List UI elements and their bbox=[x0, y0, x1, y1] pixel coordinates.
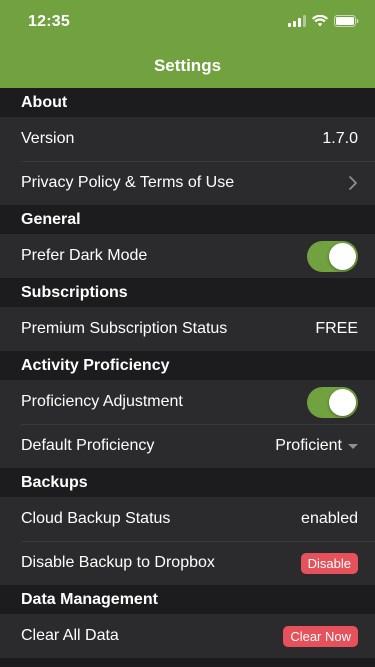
dropbox-backup-label: Disable Backup to Dropbox bbox=[21, 554, 215, 571]
section-header-activity-proficiency: Activity Proficiency bbox=[0, 351, 375, 380]
section-subscriptions: Premium Subscription Status FREE bbox=[0, 307, 375, 351]
dark-mode-row: Prefer Dark Mode bbox=[0, 234, 375, 278]
version-value: 1.7.0 bbox=[322, 130, 358, 147]
subscription-status-value: FREE bbox=[315, 320, 358, 337]
proficiency-adjustment-toggle[interactable] bbox=[307, 386, 358, 418]
toggle-knob bbox=[329, 242, 356, 270]
toggle-knob bbox=[329, 388, 356, 416]
cloud-backup-label: Cloud Backup Status bbox=[21, 510, 171, 527]
dark-mode-label: Prefer Dark Mode bbox=[21, 247, 148, 264]
clear-now-button[interactable]: Clear Now bbox=[283, 625, 358, 647]
default-proficiency-label: Default Proficiency bbox=[21, 437, 155, 454]
nav-header: 12:35 Settings bbox=[0, 0, 375, 88]
default-proficiency-row: Default Proficiency Proficient bbox=[0, 424, 375, 468]
cloud-backup-value: enabled bbox=[301, 510, 358, 527]
subscription-status-row: Premium Subscription Status FREE bbox=[0, 307, 375, 351]
cloud-backup-row: Cloud Backup Status enabled bbox=[0, 497, 375, 541]
privacy-policy-label: Privacy Policy & Terms of Use bbox=[21, 174, 235, 191]
footer-spacer bbox=[0, 658, 375, 667]
privacy-policy-row[interactable]: Privacy Policy & Terms of Use bbox=[0, 161, 375, 205]
cellular-signal-icon bbox=[288, 15, 306, 27]
proficiency-adjustment-label: Proficiency Adjustment bbox=[21, 393, 183, 410]
wifi-icon bbox=[312, 15, 328, 27]
section-about: Version 1.7.0 Privacy Policy & Terms of … bbox=[0, 117, 375, 205]
dropbox-backup-row: Disable Backup to Dropbox Disable bbox=[0, 541, 375, 585]
version-label: Version bbox=[21, 130, 75, 147]
clear-data-row: Clear All Data Clear Now bbox=[0, 614, 375, 658]
caret-down-icon bbox=[348, 443, 358, 449]
section-header-about: About bbox=[0, 88, 375, 117]
section-general: Prefer Dark Mode bbox=[0, 234, 375, 278]
status-bar: 12:35 bbox=[0, 0, 375, 44]
clear-data-label: Clear All Data bbox=[21, 627, 119, 644]
section-header-general: General bbox=[0, 205, 375, 234]
section-header-data-management: Data Management bbox=[0, 585, 375, 614]
status-icons bbox=[288, 15, 359, 27]
section-activity-proficiency: Proficiency Adjustment Default Proficien… bbox=[0, 380, 375, 468]
section-backups: Cloud Backup Status enabled Disable Back… bbox=[0, 497, 375, 585]
default-proficiency-value: Proficient bbox=[275, 437, 342, 454]
status-time: 12:35 bbox=[28, 13, 70, 30]
version-row: Version 1.7.0 bbox=[0, 117, 375, 161]
section-header-subscriptions: Subscriptions bbox=[0, 278, 375, 307]
disable-backup-button[interactable]: Disable bbox=[300, 552, 358, 574]
dark-mode-toggle[interactable] bbox=[307, 240, 358, 272]
section-data-management: Clear All Data Clear Now bbox=[0, 614, 375, 658]
subscription-status-label: Premium Subscription Status bbox=[21, 320, 228, 337]
battery-icon bbox=[334, 15, 359, 27]
proficiency-adjustment-row: Proficiency Adjustment bbox=[0, 380, 375, 424]
page-title: Settings bbox=[153, 56, 222, 75]
default-proficiency-select[interactable]: Proficient bbox=[275, 437, 358, 455]
chevron-right-icon bbox=[349, 176, 357, 190]
section-header-backups: Backups bbox=[0, 468, 375, 497]
settings-screen: 12:35 Settings About Version 1.7.0 Priva… bbox=[0, 0, 375, 667]
